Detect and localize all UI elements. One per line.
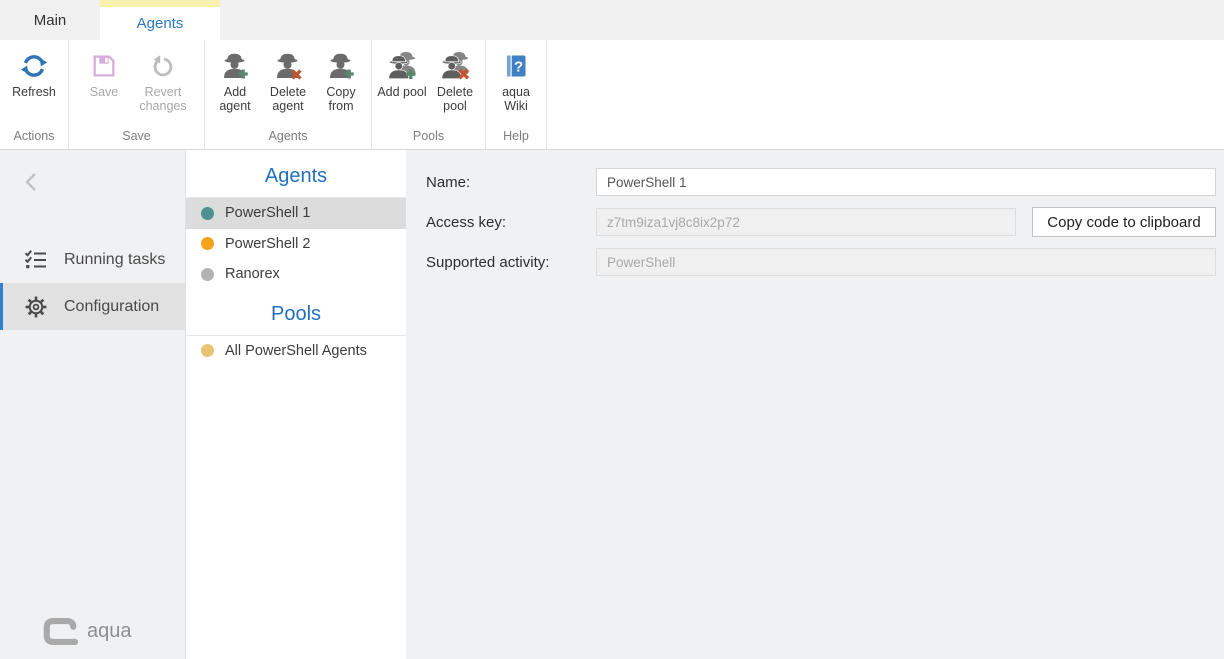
refresh-label: Refresh (12, 85, 56, 99)
refresh-icon (19, 47, 49, 85)
group-label-actions: Actions (5, 126, 63, 147)
add-pool-button[interactable]: Add pool (377, 47, 427, 99)
copy-from-icon (326, 47, 356, 85)
delete-pool-label: Delete pool (430, 85, 480, 114)
aqua-wiki-button[interactable]: ? aqua Wiki (491, 47, 541, 114)
agent-label: PowerShell 2 (225, 236, 310, 252)
aqua-logo-icon (42, 617, 78, 646)
sidebar-item-configuration[interactable]: Configuration (0, 283, 185, 330)
agent-label: PowerShell 1 (225, 205, 310, 221)
delete-agent-button[interactable]: Delete agent (263, 47, 313, 114)
aqua-wiki-label: aqua Wiki (491, 85, 541, 114)
save-button: Save (79, 47, 129, 99)
ribbon-group-save: Save Revert changes Save (69, 40, 205, 149)
status-dot (201, 344, 214, 357)
task-list-icon (23, 247, 49, 273)
refresh-button[interactable]: Refresh (5, 47, 63, 99)
group-label-pools: Pools (377, 126, 480, 147)
revert-icon (149, 47, 177, 85)
supported-activity-label: Supported activity: (426, 254, 596, 271)
aqua-logo: aqua (42, 617, 132, 646)
name-input[interactable] (596, 168, 1216, 196)
save-label: Save (90, 85, 119, 99)
agent-detail-panel: Name: Access key: Copy code to clipboard… (406, 150, 1224, 659)
group-label-agents: Agents (210, 126, 366, 147)
gear-icon (23, 294, 49, 320)
add-agent-label: Add agent (210, 85, 260, 114)
group-label-help: Help (491, 126, 541, 147)
delete-agent-label: Delete agent (263, 85, 313, 114)
running-tasks-label: Running tasks (64, 251, 165, 269)
agent-list-item-powershell-2[interactable]: PowerShell 2 (186, 229, 406, 260)
sidebar-item-running-tasks[interactable]: Running tasks (0, 236, 185, 283)
revert-changes-button: Revert changes (132, 47, 194, 114)
agent-list-item-powershell-1[interactable]: PowerShell 1 (186, 198, 406, 229)
delete-pool-button[interactable]: Delete pool (430, 47, 480, 114)
pool-list-item-all-powershell-agents[interactable]: All PowerShell Agents (186, 336, 406, 367)
sidebar-collapse-button[interactable] (22, 170, 44, 194)
wiki-book-icon: ? (502, 47, 530, 85)
delete-pool-icon (439, 47, 471, 85)
agents-pools-panel: Agents PowerShell 1 PowerShell 2 Ranorex… (186, 150, 406, 659)
access-key-label: Access key: (426, 214, 596, 231)
ribbon-group-help: ? aqua Wiki Help (486, 40, 547, 149)
access-key-input (596, 208, 1016, 236)
save-icon (90, 47, 118, 85)
delete-agent-icon (273, 47, 303, 85)
ribbon-group-agents: Add agent Delete agent (205, 40, 372, 149)
ribbon-group-pools: Add pool (372, 40, 486, 149)
sidebar: Running tasks (0, 150, 186, 659)
agent-label: Ranorex (225, 266, 280, 282)
svg-text:?: ? (514, 59, 523, 76)
chevron-left-icon (22, 170, 42, 194)
status-dot (201, 268, 214, 281)
group-label-save: Save (79, 126, 194, 147)
add-pool-icon (386, 47, 418, 85)
copy-from-button[interactable]: Copy from (316, 47, 366, 114)
pool-label: All PowerShell Agents (225, 343, 367, 359)
tab-main[interactable]: Main (0, 0, 100, 40)
configuration-label: Configuration (64, 298, 159, 316)
ribbon: Refresh Actions Save (0, 40, 1224, 150)
revert-changes-label: Revert changes (132, 85, 194, 114)
supported-activity-input (596, 248, 1216, 276)
pools-heading: Pools (186, 297, 406, 336)
name-label: Name: (426, 174, 596, 191)
ribbon-tabbar: Main Agents (0, 0, 1224, 40)
tab-agents[interactable]: Agents (100, 0, 220, 40)
agent-list-item-ranorex[interactable]: Ranorex (186, 259, 406, 290)
copy-code-to-clipboard-button[interactable]: Copy code to clipboard (1032, 207, 1216, 237)
status-dot (201, 237, 214, 250)
add-agent-button[interactable]: Add agent (210, 47, 260, 114)
copy-from-label: Copy from (316, 85, 366, 114)
agents-heading: Agents (186, 159, 406, 198)
aqua-logo-text: aqua (87, 620, 132, 643)
add-agent-icon (220, 47, 250, 85)
status-dot (201, 207, 214, 220)
add-pool-label: Add pool (377, 85, 426, 99)
ribbon-group-actions: Refresh Actions (0, 40, 69, 149)
